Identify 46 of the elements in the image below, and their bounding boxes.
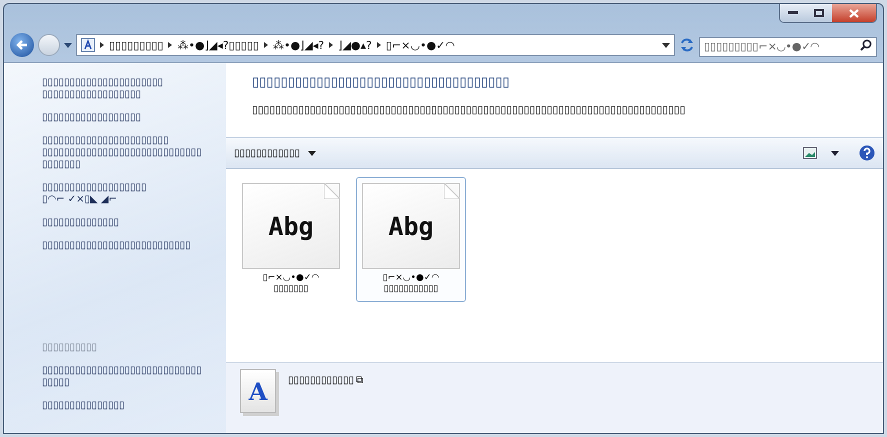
font-name: ▯⌐×◡•●✓◠ [262, 273, 320, 284]
view-icon[interactable] [803, 147, 817, 159]
caret-icon [308, 150, 316, 156]
font-item[interactable]: Abg ▯⌐×◡•●✓◠ ▯▯▯▯▯▯▯▯▯▯▯ [356, 177, 466, 302]
search-icon [860, 39, 872, 51]
task-link[interactable]: ▯▯▯▯▯▯▯▯▯▯▯▯▯▯▯▯▯▯▯▯▯▯▯▯▯▯▯▯▯ ▯▯▯▯▯ [42, 365, 218, 389]
task-link[interactable]: ▯▯▯▯▯▯▯▯▯▯▯▯▯▯▯▯▯▯▯▯▯▯▯▯▯▯▯ [42, 240, 218, 252]
organize-button[interactable]: ▯▯▯▯▯▯▯▯▯▯▯▯ [234, 148, 316, 158]
minimize-icon [788, 11, 798, 15]
refresh-icon[interactable] [679, 38, 695, 52]
search-field[interactable]: ▯▯▯▯▯▯▯▯▯⌐×◡•●✓◠ [699, 36, 877, 56]
font-preview-icon: Abg [362, 183, 460, 269]
back-button[interactable] [10, 33, 34, 57]
view-dropdown-icon[interactable] [831, 150, 839, 156]
task-link[interactable]: ▯▯▯▯▯▯▯▯▯▯▯▯▯▯ [42, 217, 218, 229]
breadcrumb[interactable]: ▯▯▯▯▯▯▯▯▯ [109, 38, 164, 52]
task-link[interactable]: ▯▯▯▯▯▯▯▯▯▯▯▯▯▯▯ [42, 400, 218, 412]
font-folder-icon [81, 38, 95, 52]
font-preview-icon: Abg [242, 183, 340, 269]
task-link[interactable]: ▯▯▯▯▯▯▯▯▯▯▯▯▯▯▯▯▯▯▯▯▯▯▯ ▯▯▯▯▯▯▯▯▯▯▯▯▯▯▯▯▯▯▯▯▯▯▯▯▯▯▯▯▯ ▯▯▯▯▯▯▯ [42, 135, 218, 171]
page-description: ▯▯▯▯▯▯▯▯▯▯▯▯▯▯▯▯▯▯▯▯▯▯▯▯▯▯▯▯▯▯▯▯▯▯▯▯▯▯▯▯▯▯▯▯▯▯▯▯▯▯▯▯▯▯▯▯▯▯▯▯▯▯▯▯▯▯▯▯▯▯▯▯▯▯▯ [252, 104, 686, 116]
task-link[interactable]: ▯▯▯▯▯▯▯▯▯▯▯▯▯▯▯▯▯▯▯▯▯▯ ▯▯▯▯▯▯▯▯▯▯▯▯▯▯▯▯▯▯ [42, 77, 218, 101]
breadcrumb[interactable]: ⌋◢●▴? [338, 38, 372, 52]
font-subtitle: ▯▯▯▯▯▯▯▯▯▯▯ [384, 284, 438, 295]
help-icon[interactable] [859, 145, 875, 161]
close-icon [849, 8, 859, 18]
details-text: ▯▯▯▯▯▯▯▯▯▯▯▯ [288, 375, 354, 386]
breadcrumb[interactable]: ▯⌐×◡•●✓◠ [386, 38, 455, 52]
address-dropdown-icon[interactable] [662, 42, 670, 48]
task-link[interactable]: ▯▯▯▯▯▯▯▯▯▯▯▯▯▯▯▯▯▯▯ ▯◠⌐ ✓×▯◣ ◢⌐ [42, 182, 218, 206]
breadcrumb[interactable]: ⁂•●⌋◢◂? [272, 38, 324, 52]
section-heading: ▯▯▯▯▯▯▯▯▯▯ [42, 342, 98, 354]
maximize-button[interactable] [806, 4, 832, 22]
minimize-button[interactable] [780, 4, 806, 22]
font-subtitle: ▯▯▯▯▯▯▯ [274, 284, 308, 295]
close-button[interactable] [832, 4, 876, 22]
window-link-icon[interactable]: ⧉ [356, 375, 364, 386]
history-dropdown-icon[interactable] [64, 42, 72, 48]
address-bar[interactable]: ▯▯▯▯▯▯▯▯▯ ⁂•●⌋◢◂?▯▯▯▯▯ ⁂•●⌋◢◂? ⌋◢●▴? ▯⌐×◡•●✓◠ [76, 34, 675, 56]
task-link[interactable]: ▯▯▯▯▯▯▯▯▯▯▯▯▯▯▯▯▯▯ [42, 112, 218, 124]
font-name: ▯⌐×◡•●✓◠ [382, 273, 440, 284]
maximize-icon [814, 9, 824, 17]
font-file-icon: A [240, 369, 276, 413]
font-item[interactable]: Abg ▯⌐×◡•●✓◠ ▯▯▯▯▯▯▯ [236, 177, 346, 302]
page-title: ▯▯▯▯▯▯▯▯▯▯▯▯▯▯▯▯▯▯▯▯▯▯▯▯▯▯▯▯▯▯▯▯▯▯▯▯ [252, 75, 511, 90]
breadcrumb[interactable]: ⁂•●⌋◢◂?▯▯▯▯▯ [177, 38, 259, 52]
